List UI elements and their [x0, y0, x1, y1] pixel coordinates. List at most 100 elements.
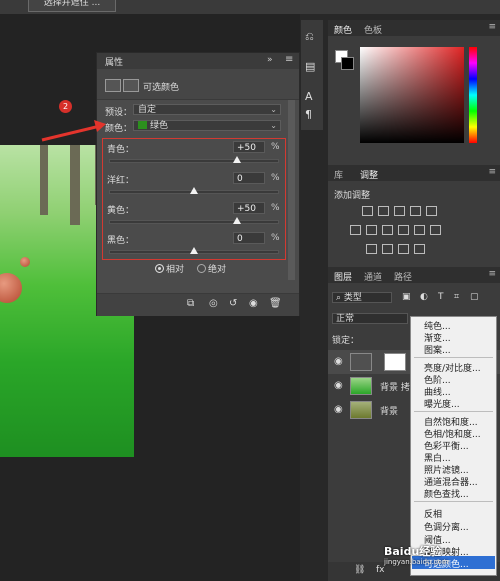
adjustment-filter-icon[interactable]: ◐: [420, 292, 428, 302]
yellow-slider-track[interactable]: [109, 220, 279, 224]
color-balance-icon[interactable]: [366, 225, 377, 235]
invert-icon[interactable]: [366, 244, 377, 254]
yellow-value-input[interactable]: +50: [233, 202, 265, 214]
visibility-icon[interactable]: ◉: [334, 404, 343, 415]
photo-filter-icon[interactable]: [398, 225, 409, 235]
absolute-radio[interactable]: [197, 264, 206, 273]
mask-icon[interactable]: [123, 79, 139, 92]
black-white-icon[interactable]: [382, 225, 393, 235]
color-lookup-icon[interactable]: [430, 225, 441, 235]
history-icon[interactable]: ⎌: [305, 30, 314, 44]
cyan-slider-thumb[interactable]: [232, 156, 241, 163]
watermark-logo: Baidu经验: [384, 545, 442, 558]
magenta-value-input[interactable]: 0: [233, 172, 265, 184]
layer-thumb: [350, 401, 372, 419]
clip-to-layer-icon[interactable]: ⧉: [187, 298, 194, 309]
tab-library[interactable]: 库: [334, 168, 343, 181]
relative-radio[interactable]: [155, 264, 164, 273]
shape-filter-icon[interactable]: ⌗: [454, 292, 459, 302]
yellow-label: 黄色：: [107, 206, 135, 216]
adjust-tabs: 库 调整 ≡: [328, 165, 500, 181]
search-icon: ⌕: [336, 293, 344, 303]
panel-menu-icon[interactable]: ≡: [488, 167, 496, 177]
type-filter-icon[interactable]: T: [438, 292, 444, 302]
visibility-icon[interactable]: ◉: [334, 380, 343, 391]
apple: [20, 257, 30, 267]
tool-strip: ⎌ ▤ A ¶: [301, 20, 323, 130]
posterize-icon[interactable]: [382, 244, 393, 254]
panel-menu-icon[interactable]: ≡: [488, 22, 496, 32]
add-adjustment-label: 添加调整: [334, 191, 371, 201]
preset-dropdown[interactable]: 自定 ⌄: [133, 104, 281, 115]
black-slider-thumb[interactable]: [190, 247, 198, 254]
menu-item-color-lookup[interactable]: 颜色查找...: [424, 487, 469, 500]
smart-object-filter-icon[interactable]: ▢: [470, 292, 479, 302]
tab-layers[interactable]: 图层: [334, 270, 352, 283]
paragraph-icon[interactable]: ¶: [305, 108, 312, 121]
black-label: 黑色：: [107, 236, 135, 246]
yellow-slider-thumb[interactable]: [232, 217, 241, 224]
collapse-icon[interactable]: »: [267, 55, 273, 65]
properties-icon[interactable]: ▤: [305, 60, 315, 73]
layer-name: 背景 拷: [380, 383, 410, 393]
trash-icon[interactable]: 🗑: [269, 298, 282, 309]
properties-subheader: [97, 69, 299, 100]
link-icon[interactable]: ⛓: [354, 565, 365, 575]
threshold-icon[interactable]: [398, 244, 409, 254]
tab-paths[interactable]: 路径: [394, 270, 412, 283]
adjustment-layer-icon[interactable]: [105, 79, 121, 92]
menu-separator: [414, 411, 493, 412]
fx-icon[interactable]: fx: [376, 565, 385, 575]
layer-filter-dropdown[interactable]: ⌕ 类型: [332, 292, 392, 303]
properties-title: 属性: [105, 58, 124, 68]
black-value-input[interactable]: 0: [233, 232, 265, 244]
menu-separator: [414, 357, 493, 358]
panel-menu-icon[interactable]: ≡: [488, 269, 496, 279]
background-color[interactable]: [341, 57, 354, 70]
tab-adjustments[interactable]: 调整: [360, 168, 378, 181]
select-and-mask-button[interactable]: 选择并遮住 ...: [28, 0, 116, 12]
magenta-unit: %: [271, 173, 280, 183]
adjustment-menu: 纯色... 渐变... 图案... 亮度/对比度... 色阶... 曲线... …: [410, 316, 497, 576]
annotation-arrow: [41, 120, 106, 142]
hue-slider[interactable]: [469, 47, 477, 143]
color-value: 绿色: [150, 121, 169, 131]
menu-item-exposure[interactable]: 曝光度...: [424, 397, 460, 410]
tab-channels[interactable]: 通道: [364, 270, 382, 283]
panel-menu-icon[interactable]: ≡: [285, 54, 293, 65]
menu-item-posterize[interactable]: 色调分离...: [424, 520, 469, 533]
brightness-icon[interactable]: [362, 206, 373, 216]
vibrance-icon[interactable]: [426, 206, 437, 216]
scrollbar[interactable]: [288, 100, 295, 280]
color-dropdown[interactable]: 绿色 ⌄: [133, 120, 281, 131]
hue-saturation-icon[interactable]: [350, 225, 361, 235]
curves-icon[interactable]: [394, 206, 405, 216]
levels-icon[interactable]: [378, 206, 389, 216]
character-icon[interactable]: A: [305, 90, 313, 103]
channel-mixer-icon[interactable]: [414, 225, 425, 235]
tab-swatches[interactable]: 色板: [364, 23, 382, 36]
reset-icon[interactable]: ↺: [229, 298, 237, 309]
adjustment-thumb: [350, 353, 372, 371]
blend-mode-dropdown[interactable]: 正常: [332, 313, 408, 324]
green-swatch-icon: [138, 121, 147, 129]
cyan-slider-track[interactable]: [109, 159, 279, 163]
magenta-slider-thumb[interactable]: [190, 187, 198, 194]
cyan-value-input[interactable]: +50: [233, 141, 265, 153]
exposure-icon[interactable]: [410, 206, 421, 216]
menu-separator: [414, 501, 493, 502]
view-previous-icon[interactable]: ◎: [209, 298, 218, 309]
layer-filter-value: 类型: [343, 293, 362, 303]
tab-color[interactable]: 颜色: [334, 23, 352, 36]
selective-color-icon[interactable]: [414, 244, 425, 254]
color-tabs: 颜色 色板 ≡: [328, 20, 500, 36]
layer-name: 背景: [380, 407, 399, 417]
color-picker-field[interactable]: [360, 47, 464, 143]
visibility-icon[interactable]: ◉: [249, 298, 258, 309]
pixel-filter-icon[interactable]: ▣: [402, 292, 411, 302]
menu-item-invert[interactable]: 反相: [424, 507, 442, 520]
mask-thumb[interactable]: [384, 353, 406, 371]
tree-trunk: [70, 145, 80, 225]
menu-item-pattern[interactable]: 图案...: [424, 343, 451, 356]
visibility-icon[interactable]: ◉: [334, 356, 343, 367]
